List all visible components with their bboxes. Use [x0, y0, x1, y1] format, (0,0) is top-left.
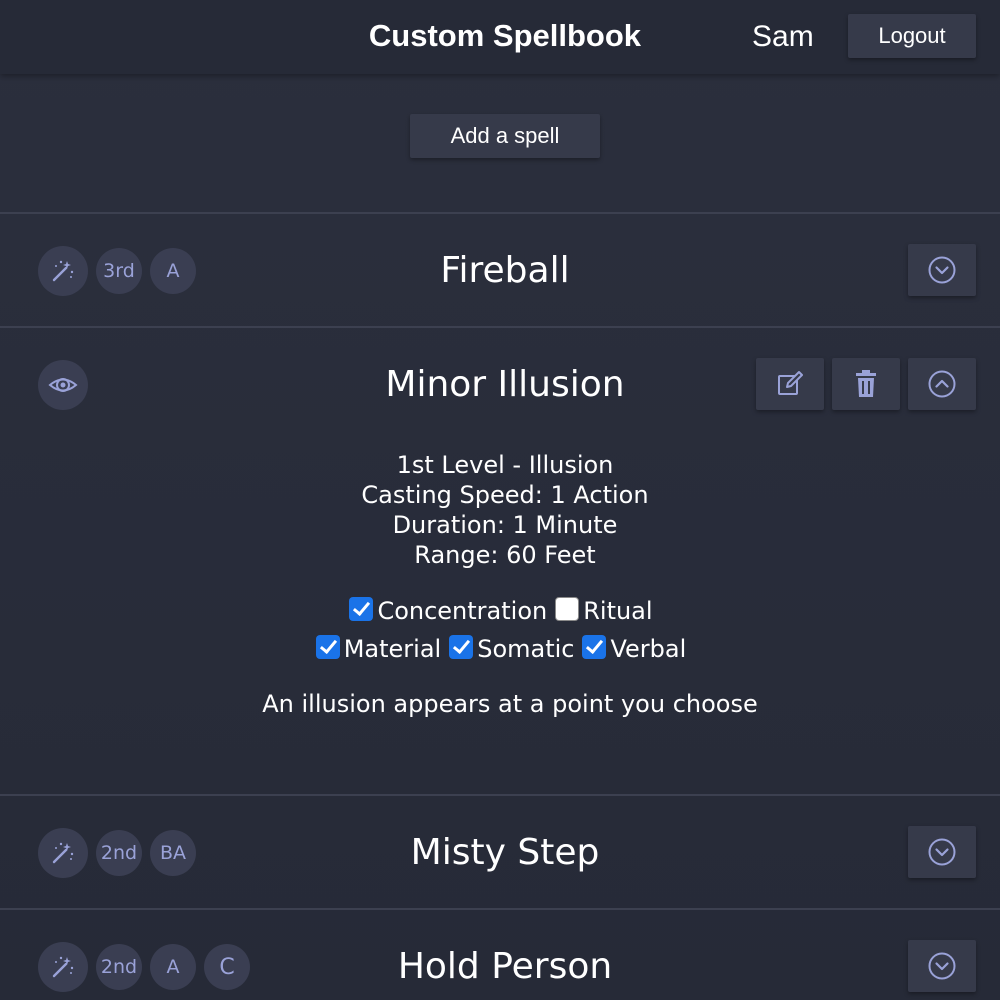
expand-button[interactable]: [908, 244, 976, 296]
add-spell-button[interactable]: Add a spell: [410, 114, 600, 158]
user-name: Sam: [752, 20, 814, 53]
spell-name: Hold Person: [397, 946, 613, 987]
edit-icon: [778, 371, 803, 395]
material-label: Material: [343, 635, 442, 663]
verbal-checkbox[interactable]: [582, 635, 607, 659]
collapse-button[interactable]: [908, 358, 976, 410]
chevron-down-icon: [928, 952, 956, 980]
verbal-label: Verbal: [610, 635, 687, 663]
chevron-down-icon: [928, 256, 956, 284]
flags-row-2: Material Somatic Verbal: [0, 635, 1000, 663]
delete-button[interactable]: [832, 358, 900, 410]
trash-icon: [856, 370, 876, 397]
duration: Duration: 1 Minute: [392, 511, 618, 539]
spellbook-page: Custom Spellbook Sam Logout Add a spell …: [0, 0, 1000, 1000]
divider: [0, 908, 1000, 910]
divider: [0, 326, 1000, 328]
ritual-label: Ritual: [583, 597, 653, 625]
chevron-down-icon: [928, 838, 956, 866]
chevron-up-icon: [928, 370, 956, 398]
ritual-checkbox[interactable]: [555, 597, 580, 621]
spell-name: Misty Step: [410, 832, 600, 873]
divider: [0, 794, 1000, 796]
concentration-label: Concentration: [377, 597, 548, 625]
concentration-checkbox[interactable]: [349, 597, 374, 621]
casting-speed: Casting Speed: 1 Action: [361, 481, 649, 509]
edit-button[interactable]: [756, 358, 824, 410]
expand-button[interactable]: [908, 826, 976, 878]
somatic-label: Somatic: [477, 635, 575, 663]
expand-button[interactable]: [908, 940, 976, 992]
range: Range: 60 Feet: [414, 541, 596, 569]
somatic-checkbox[interactable]: [449, 635, 474, 659]
spell-details: 1st Level - Illusion Casting Speed: 1 Ac…: [0, 450, 1000, 570]
spell-description: An illusion appears at a point you choos…: [262, 690, 758, 718]
spell-name: Fireball: [440, 250, 570, 291]
app-header: Custom Spellbook Sam Logout: [0, 0, 1000, 74]
material-checkbox[interactable]: [315, 635, 340, 659]
flags-row-1: Concentration Ritual: [0, 597, 1000, 625]
logout-button[interactable]: Logout: [848, 14, 976, 58]
level-school: 1st Level - Illusion: [396, 451, 614, 479]
divider: [0, 212, 1000, 214]
